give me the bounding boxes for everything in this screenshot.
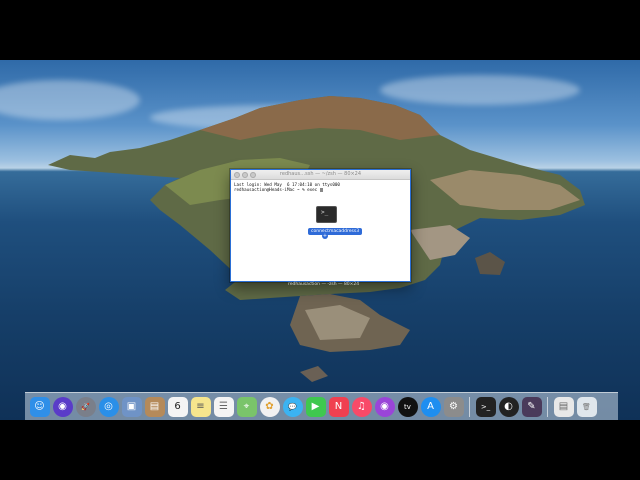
downloads-icon[interactable]: ▤ [553,396,574,417]
terminal-titlebar[interactable]: redhaus…ssh — ~/zsh — 80×24 [231,170,410,180]
notes-icon[interactable]: ≡ [190,396,211,417]
dock-separator [469,396,470,417]
terminal-title: redhaus…ssh — ~/zsh — 80×24 [279,171,362,177]
trash-icon[interactable]: 🗑 [576,396,597,417]
terminal-glyph-icon: >_ [321,209,329,216]
news-icon[interactable]: N [328,396,349,417]
copy-plus-badge: + [322,233,328,239]
maps-icon[interactable]: ⌖ [236,396,257,417]
calendar-icon[interactable]: 6 [167,396,188,417]
dock-separator [547,396,548,417]
safari-icon[interactable]: ◎ [98,396,119,417]
launchpad-icon[interactable]: 🚀 [75,396,96,417]
dock: ☺ ◉ 🚀 ◎ ▣ ▤ 6 ≡ ☰ ⌖ ✿ 💬 ▶ N ♫ ◉ tv A ⚙ >_ ◐ ✎ ▤ 🗑 [25,392,618,420]
terminal-prompt-line: redhausaction@Heads-iMac ~ % exec [234,187,407,193]
finder-icon[interactable]: ☺ [29,396,50,417]
app-store-icon[interactable]: A [420,396,441,417]
system-preferences-icon[interactable]: ⚙ [443,396,464,417]
siri-icon[interactable]: ◉ [52,396,73,417]
reminders-icon[interactable]: ☰ [213,396,234,417]
terminal-icon[interactable]: >_ [475,396,496,417]
podcasts-icon[interactable]: ◉ [374,396,395,417]
apple-tv-icon[interactable]: tv [397,396,418,417]
dragged-file-icon[interactable]: >_ [316,206,337,223]
desktop: redhaus…ssh — ~/zsh — 80×24 Last login: … [0,60,640,420]
facetime-icon[interactable]: ▶ [305,396,326,417]
photos-icon[interactable]: ✿ [259,396,280,417]
script-editor-icon[interactable]: ✎ [521,396,542,417]
contacts-icon[interactable]: ▤ [144,396,165,417]
terminal-content[interactable]: Last login: Wed May 6 17:04:10 on ttys00… [231,180,410,194]
preview-icon[interactable]: ▣ [121,396,142,417]
music-icon[interactable]: ♫ [351,396,372,417]
obs-icon[interactable]: ◐ [498,396,519,417]
terminal-window[interactable]: redhaus…ssh — ~/zsh — 80×24 Last login: … [230,169,411,282]
background-window-title: redhausaction — -zsh — 80×24 [288,282,360,287]
messages-icon[interactable]: 💬 [282,396,303,417]
dragged-file-label: connectmacaddress3 [308,228,363,235]
text-cursor [319,187,323,193]
